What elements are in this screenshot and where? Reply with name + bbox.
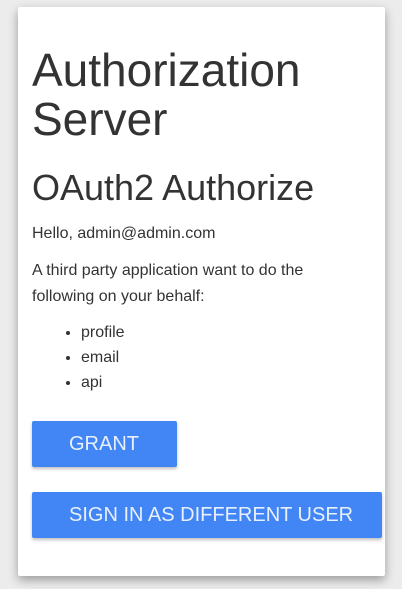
scope-item: email <box>81 345 125 370</box>
scope-list: profile email api <box>32 320 125 395</box>
page-subtitle: OAuth2 Authorize <box>32 167 315 208</box>
scope-item: api <box>81 370 125 395</box>
permission-message: A third party application want to do the… <box>32 262 304 305</box>
authorize-card: Authorization Server OAuth2 Authorize He… <box>18 7 385 576</box>
page-title: Authorization Server <box>32 44 301 145</box>
greeting-text: Hello, admin@admin.com <box>32 225 216 242</box>
scope-item: profile <box>81 320 125 345</box>
grant-button[interactable]: GRANT <box>32 421 177 467</box>
sign-in-different-user-button[interactable]: SIGN IN AS DIFFERENT USER <box>32 492 382 538</box>
